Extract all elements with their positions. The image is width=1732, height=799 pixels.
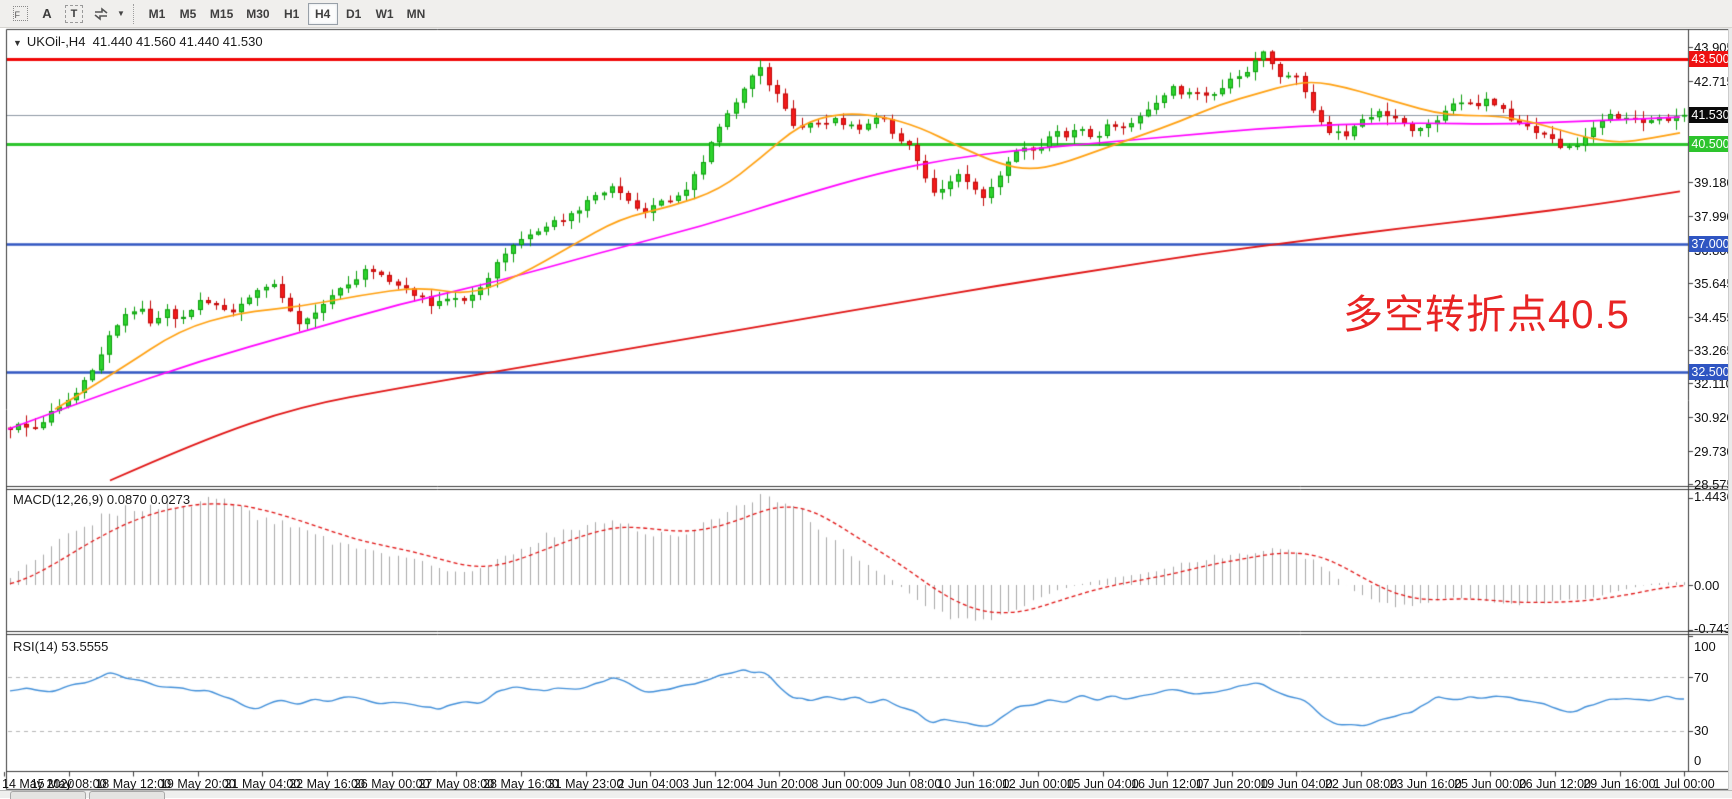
timeframe-button[interactable]: W1 [370,3,400,25]
dropdown-caret-icon[interactable]: ▼ [117,9,125,18]
toolbar: F A T ▼ M1M5M15M30H1H4D1W1MN [0,0,1732,28]
rsi-scale-100: 100 [1694,639,1716,654]
timeframe-group: M1M5M15M30H1H4D1W1MN [142,3,431,25]
time-axis-label: 31 May 23:00 [548,777,624,791]
time-axis-label: 1 Jul 00:00 [1654,777,1715,791]
price-tick-label: 42.715 [1694,74,1732,89]
macd-scale-zero: 0.00 [1694,578,1719,593]
price-tick-label: 35.645 [1694,276,1732,291]
rsi-scale-30: 30 [1694,723,1708,738]
time-axis-label: 23 Jun 16:00 [1389,777,1461,791]
text-label-tool-button[interactable]: T [62,3,86,25]
objects-tool-button[interactable] [89,3,113,25]
price-tick-label: 29.730 [1694,444,1732,459]
price-level-badge: 43.500 [1689,51,1732,67]
toolbar-separator [133,4,134,24]
timeframe-button[interactable]: MN [401,3,432,25]
timeframe-button[interactable]: D1 [339,3,369,25]
timeframe-button[interactable]: H4 [308,3,338,25]
text-box-icon: T [65,5,83,23]
price-level-badge: 40.500 [1689,136,1732,152]
time-axis-label: 12 Jun 00:00 [1002,777,1074,791]
price-tick-label: 37.990 [1694,209,1732,224]
collapse-arrow-icon[interactable]: ▼ [13,38,22,48]
time-axis-label: 16 Jun 12:00 [1131,777,1203,791]
rsi-scale-70: 70 [1694,670,1708,685]
price-tick-label: 30.920 [1694,410,1732,425]
timeframe-button[interactable]: M1 [142,3,172,25]
price-level-badge: 32.500 [1689,364,1732,380]
terminal-window: { "toolbar": { "font_icon_label": "F", "… [0,0,1732,797]
symbol-period-label: UKOil-,H4 [27,34,86,49]
time-axis-label: 19 Jun 04:00 [1260,777,1332,791]
time-axis-label: 22 Jun 08:00 [1325,777,1397,791]
price-chart-canvas[interactable] [0,0,1732,797]
timeframe-button[interactable]: M15 [204,3,239,25]
time-axis-label: 25 Jun 00:00 [1454,777,1526,791]
price-tick-label: 34.455 [1694,310,1732,325]
arrow-text-tool-button[interactable]: A [35,3,59,25]
price-level-badge: 37.000 [1689,236,1732,252]
time-axis-label: 26 Jun 12:00 [1519,777,1591,791]
time-axis-label: 8 Jun 00:00 [811,777,876,791]
time-axis-label: 15 Jun 04:00 [1066,777,1138,791]
time-axis-label: 3 Jun 12:00 [682,777,747,791]
time-axis-label: 2 Jun 04:00 [618,777,683,791]
price-tick-label: 33.265 [1694,343,1732,358]
rsi-scale-0: 0 [1694,753,1701,768]
time-axis-label: 10 Jun 16:00 [937,777,1009,791]
macd-scale-top: 1.4436 [1694,489,1732,504]
chart-tab[interactable] [10,791,86,799]
timeframe-button[interactable]: H1 [277,3,307,25]
window-right-edge [1728,29,1732,790]
ohlc-values: 41.440 41.560 41.440 41.530 [93,34,263,49]
font-tool-button[interactable]: F [8,3,32,25]
price-tick-label: 39.180 [1694,175,1732,190]
font-icon: F [13,6,28,21]
cycle-arrows-icon [93,7,109,21]
chart-text-annotation[interactable]: 多空转折点40.5 [1343,282,1630,340]
time-axis-label: 9 Jun 08:00 [876,777,941,791]
rsi-panel-label: RSI(14) 53.5555 [13,639,108,654]
chart-tab[interactable] [89,791,165,799]
time-axis-label: 29 Jun 16:00 [1583,777,1655,791]
price-level-badge: 41.530 [1689,107,1732,123]
timeframe-button[interactable]: M30 [240,3,275,25]
time-axis-label: 4 Jun 20:00 [747,777,812,791]
macd-scale-bottom: -0.7431 [1694,621,1732,636]
macd-panel-label: MACD(12,26,9) 0.0870 0.0273 [13,492,190,507]
timeframe-button[interactable]: M5 [173,3,203,25]
chart-symbol-title: ▼ UKOil-,H4 41.440 41.560 41.440 41.530 [13,34,263,51]
time-axis-label: 17 Jun 20:00 [1196,777,1268,791]
